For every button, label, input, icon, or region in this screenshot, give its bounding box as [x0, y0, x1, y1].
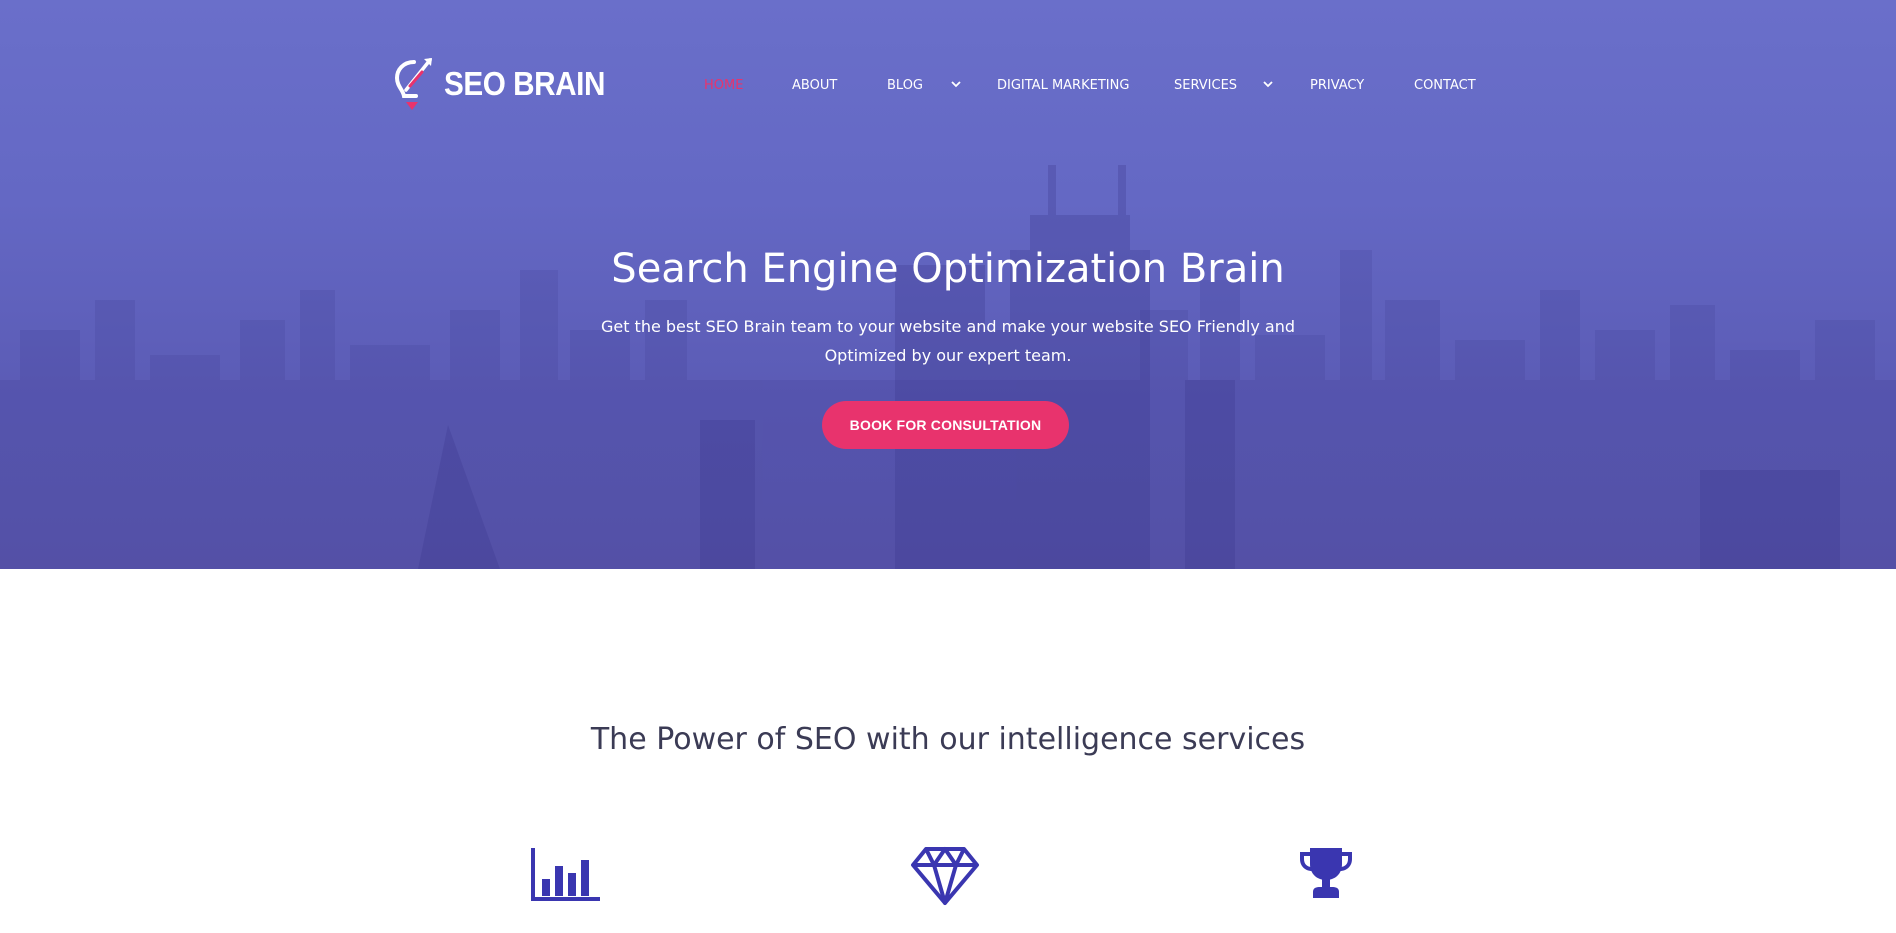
- trophy-icon: [1300, 848, 1352, 898]
- nav-item-contact[interactable]: CONTACT: [1414, 76, 1476, 96]
- nav-item-home[interactable]: HOME: [704, 76, 743, 96]
- bar-chart-icon: [531, 848, 600, 901]
- main-navigation: HOME ABOUT BLOG DIGITAL MARKETING SERVIC…: [0, 76, 1896, 96]
- services-section-title: The Power of SEO with our intelligence s…: [590, 722, 1306, 757]
- nav-item-services[interactable]: SERVICES: [1174, 76, 1237, 96]
- diamond-icon: [911, 847, 979, 905]
- nav-item-about[interactable]: ABOUT: [792, 76, 837, 96]
- services-chevron-down-icon[interactable]: [1262, 78, 1274, 90]
- hero-section: SEO BRAIN HOME ABOUT BLOG DIGITAL MARKET…: [0, 0, 1896, 569]
- blog-chevron-down-icon[interactable]: [950, 78, 962, 90]
- nav-item-privacy[interactable]: PRIVACY: [1310, 76, 1364, 96]
- nav-item-blog[interactable]: BLOG: [887, 76, 923, 96]
- hero-subtitle: Get the best SEO Brain team to your webs…: [600, 317, 1296, 365]
- book-consultation-button[interactable]: BOOK FOR CONSULTATION: [822, 401, 1069, 449]
- nav-item-digital-marketing[interactable]: DIGITAL MARKETING: [997, 76, 1129, 96]
- hero-title: Search Engine Optimization Brain: [611, 246, 1285, 292]
